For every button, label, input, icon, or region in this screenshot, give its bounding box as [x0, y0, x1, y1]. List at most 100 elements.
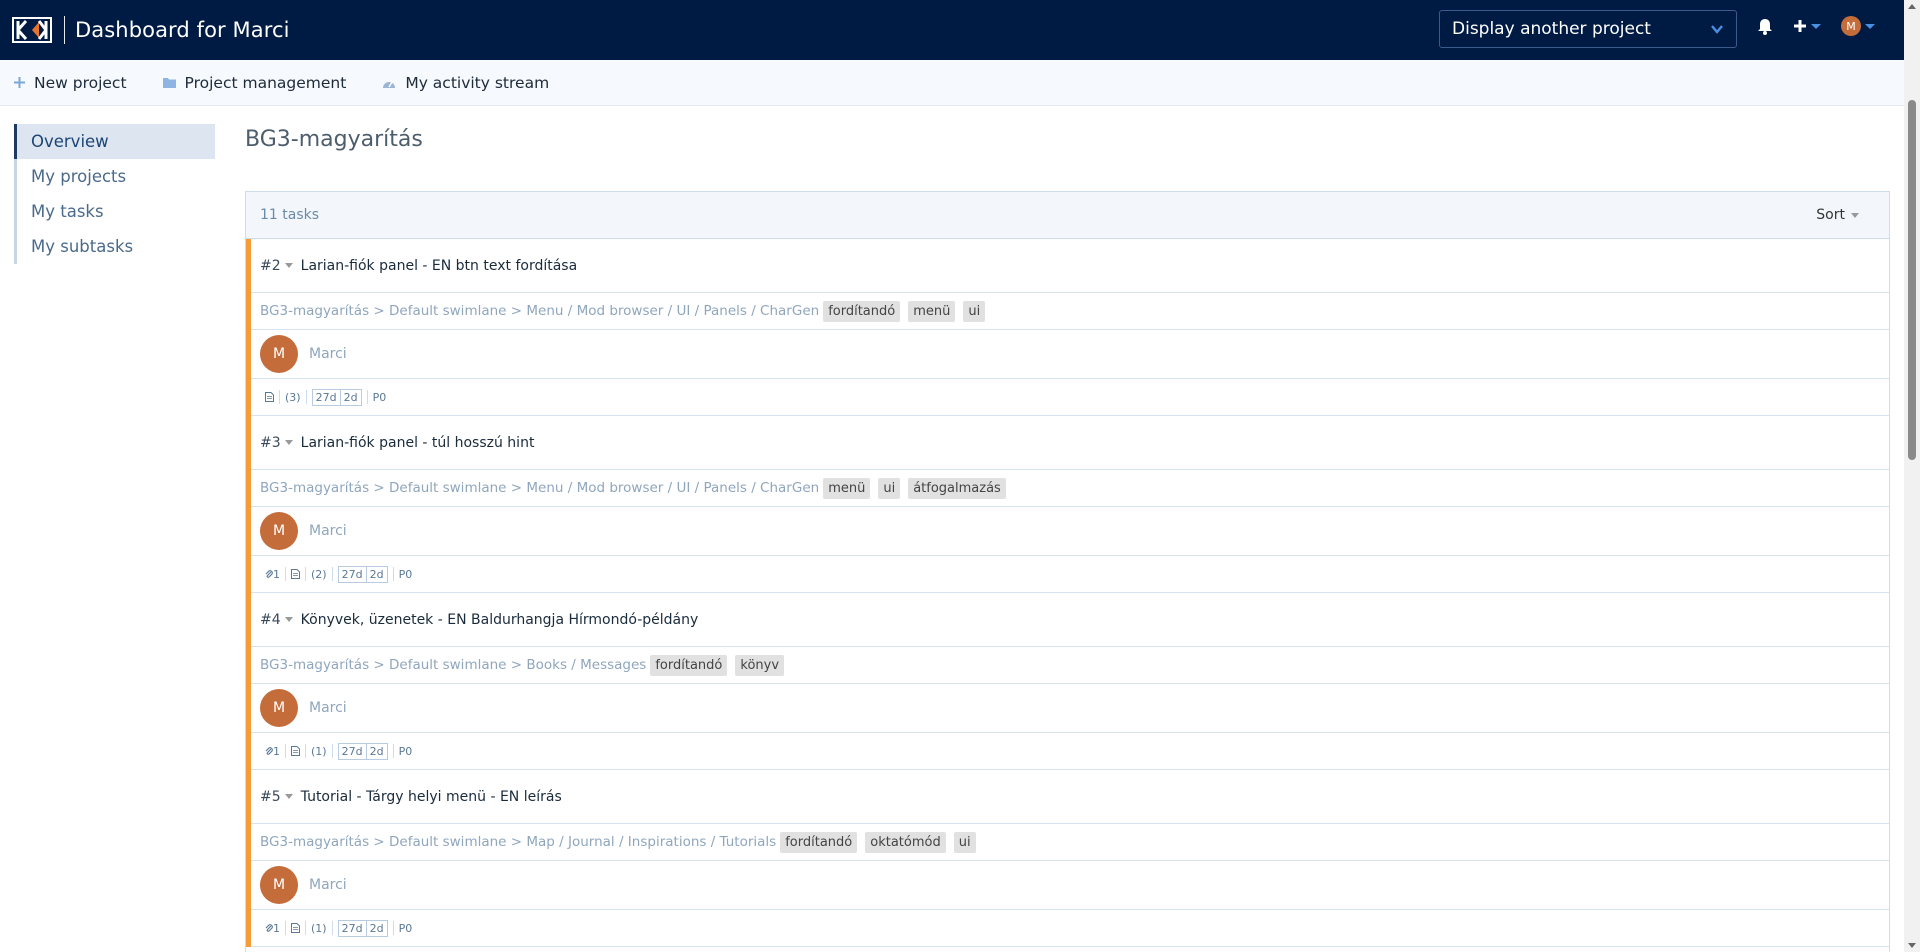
- task-item: #2 Larian-fiók panel - EN btn text fordí…: [246, 239, 1889, 416]
- scrollbar-thumb[interactable]: [1908, 100, 1916, 460]
- task-list: #2 Larian-fiók panel - EN btn text fordí…: [246, 239, 1889, 947]
- task-assignee-row: M Marci: [251, 330, 1889, 379]
- subtask-count[interactable]: (1): [306, 744, 333, 758]
- attachment-count[interactable]: 1: [260, 921, 286, 935]
- task-title-row: #3 Larian-fiók panel - túl hosszú hint: [251, 416, 1889, 470]
- sort-dropdown[interactable]: Sort: [1816, 207, 1859, 223]
- attachment-count[interactable]: 1: [260, 567, 286, 581]
- sidebar-item-my-subtasks[interactable]: My subtasks: [14, 229, 215, 264]
- attachment-count-value: 1: [273, 921, 280, 935]
- task-path-row: BG3-magyarítás > Default swimlane > Book…: [251, 647, 1889, 684]
- task-number[interactable]: #4: [260, 612, 281, 628]
- scroll-up-arrow-icon[interactable]: [1908, 4, 1916, 9]
- project-management-link[interactable]: Project management: [162, 74, 346, 92]
- task-tags: fordítandó könyv: [646, 655, 785, 676]
- activity-stream-label: My activity stream: [405, 73, 550, 92]
- create-menu-button[interactable]: [1793, 19, 1821, 33]
- task-menu-caret-icon[interactable]: [284, 794, 293, 799]
- task-item: #4 Könyvek, üzenetek - EN Baldurhangja H…: [246, 593, 1889, 770]
- task-path[interactable]: BG3-magyarítás > Default swimlane > Map …: [260, 834, 776, 850]
- subtask-count[interactable]: (1): [306, 921, 333, 935]
- project-select-label: Display another project: [1452, 19, 1651, 39]
- task-age-updated: 2d: [366, 919, 388, 937]
- new-project-label: New project: [34, 73, 127, 92]
- tag-badge: átfogalmazás: [908, 478, 1006, 499]
- task-age: 27d 2d: [307, 388, 368, 406]
- description-indicator[interactable]: [260, 390, 280, 404]
- task-assignee: Marci: [309, 700, 347, 716]
- task-age: 27d 2d: [333, 919, 394, 937]
- chevron-down-icon: [1711, 25, 1723, 34]
- project-select[interactable]: Display another project: [1439, 10, 1737, 48]
- task-assignee-row: M Marci: [251, 861, 1889, 910]
- avatar: M: [260, 689, 298, 727]
- task-menu-caret-icon[interactable]: [284, 440, 293, 445]
- task-path[interactable]: BG3-magyarítás > Default swimlane > Menu…: [260, 303, 819, 319]
- task-age-created: 27d: [337, 565, 367, 583]
- task-assignee: Marci: [309, 877, 347, 893]
- task-title-link[interactable]: Larian-fiók panel - EN btn text fordítás…: [301, 258, 578, 274]
- kanboard-logo-icon[interactable]: [12, 17, 54, 43]
- task-path-row: BG3-magyarítás > Default swimlane > Map …: [251, 824, 1889, 861]
- task-number[interactable]: #5: [260, 789, 281, 805]
- avatar: M: [260, 512, 298, 550]
- task-menu-caret-icon[interactable]: [284, 617, 293, 622]
- subtask-count[interactable]: (2): [306, 567, 333, 581]
- new-project-link[interactable]: New project: [14, 74, 127, 92]
- task-age: 27d 2d: [333, 565, 394, 583]
- attachment-count-value: 1: [273, 744, 280, 758]
- folder-icon: [162, 78, 176, 88]
- task-number[interactable]: #3: [260, 435, 281, 451]
- task-age-updated: 2d: [366, 565, 388, 583]
- tag-badge: könyv: [735, 655, 785, 676]
- caret-down-icon: [1851, 212, 1859, 218]
- avatar: M: [1841, 16, 1861, 36]
- task-list-header: 11 tasks Sort: [246, 192, 1889, 239]
- file-text-icon: [265, 392, 274, 402]
- task-path[interactable]: BG3-magyarítás > Default swimlane > Book…: [260, 657, 646, 673]
- attachment-count[interactable]: 1: [260, 744, 286, 758]
- subtask-count[interactable]: (3): [280, 390, 307, 404]
- task-age-created: 27d: [337, 919, 367, 937]
- task-age-updated: 2d: [340, 388, 362, 406]
- task-item: #5 Tutorial - Tárgy helyi menü - EN leír…: [246, 770, 1889, 947]
- paperclip-icon: [265, 747, 273, 755]
- task-tags: menü ui átfogalmazás: [819, 478, 1006, 499]
- task-title-link[interactable]: Könyvek, üzenetek - EN Baldurhangja Hírm…: [301, 612, 699, 628]
- project-title[interactable]: BG3-magyarítás: [245, 127, 423, 152]
- notifications-button[interactable]: [1757, 18, 1773, 35]
- task-title-row: #5 Tutorial - Tárgy helyi menü - EN leír…: [251, 770, 1889, 824]
- task-path[interactable]: BG3-magyarítás > Default swimlane > Menu…: [260, 480, 819, 496]
- tag-badge: ui: [878, 478, 901, 499]
- task-priority: P0: [398, 567, 413, 581]
- tag-badge: ui: [953, 832, 976, 853]
- sidebar-item-my-tasks[interactable]: My tasks: [14, 194, 215, 229]
- task-meta-row: (3) 27d 2d P0: [251, 379, 1889, 416]
- task-tags: fordítandó oktatómód ui: [776, 832, 976, 853]
- scroll-down-arrow-icon[interactable]: [1908, 943, 1916, 948]
- description-indicator[interactable]: [286, 744, 306, 758]
- task-assignee: Marci: [309, 346, 347, 362]
- activity-stream-link[interactable]: My activity stream: [382, 74, 549, 92]
- caret-down-icon: [1811, 23, 1821, 29]
- task-number[interactable]: #2: [260, 258, 281, 274]
- vertical-scrollbar[interactable]: [1904, 0, 1920, 952]
- task-menu-caret-icon[interactable]: [284, 263, 293, 268]
- attachment-count-value: 1: [273, 567, 280, 581]
- tag-badge: fordítandó: [823, 301, 901, 322]
- description-indicator[interactable]: [286, 921, 306, 935]
- bell-icon: [1758, 18, 1772, 35]
- sidebar-item-overview[interactable]: Overview: [14, 124, 215, 159]
- dashboard-gauge-icon: [383, 81, 396, 88]
- description-indicator[interactable]: [286, 567, 306, 581]
- user-menu-button[interactable]: M: [1841, 16, 1875, 36]
- task-title-link[interactable]: Larian-fiók panel - túl hosszú hint: [301, 435, 535, 451]
- task-list-panel: 11 tasks Sort #2 Larian-fiók panel - EN …: [245, 191, 1890, 952]
- sidebar-item-my-projects[interactable]: My projects: [14, 159, 215, 194]
- task-title-link[interactable]: Tutorial - Tárgy helyi menü - EN leírás: [301, 789, 562, 805]
- task-assignee-row: M Marci: [251, 684, 1889, 733]
- caret-down-icon: [1865, 23, 1875, 29]
- header-divider: [64, 16, 65, 44]
- task-age-created: 27d: [311, 388, 341, 406]
- task-count: 11 tasks: [260, 207, 320, 223]
